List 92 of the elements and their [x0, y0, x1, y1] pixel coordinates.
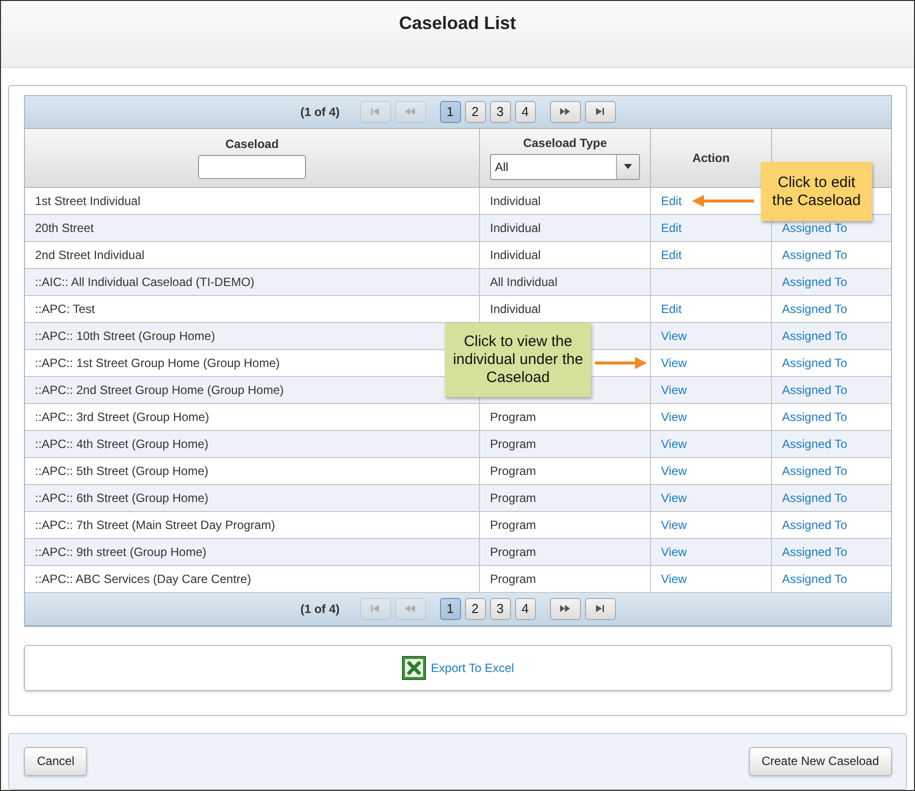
- assigned-to-link[interactable]: Assigned To: [782, 410, 848, 424]
- assigned-to-link[interactable]: Assigned To: [782, 274, 848, 289]
- column-header: Caseload Type: [523, 136, 607, 150]
- table-cell: ::APC:: 9th street (Group Home): [35, 544, 206, 559]
- table-cell: ::APC:: 5th Street (Group Home): [35, 464, 208, 478]
- last-page-button[interactable]: [584, 598, 616, 620]
- action-link[interactable]: View: [661, 436, 687, 451]
- assigned-to-link[interactable]: Assigned To: [782, 328, 848, 343]
- skip-icon: [370, 108, 380, 116]
- assigned-to-link[interactable]: Assigned To: [782, 382, 848, 397]
- action-link[interactable]: View: [661, 410, 687, 424]
- caseload-filter-field[interactable]: [198, 154, 306, 179]
- page-button[interactable]: 3: [490, 100, 511, 123]
- page-summary: (1 of 4): [300, 602, 340, 616]
- table-cell: ::APC:: 10th Street (Group Home): [35, 328, 216, 343]
- table-cell: Program: [490, 436, 536, 451]
- action-link[interactable]: View: [661, 544, 687, 559]
- action-link[interactable]: View: [661, 382, 687, 397]
- assigned-to-link[interactable]: Assigned To: [782, 572, 848, 586]
- double-arrow-icon: [560, 108, 570, 116]
- table-cell: ::APC:: 4th Street (Group Home): [35, 436, 208, 451]
- action-link[interactable]: View: [661, 328, 687, 343]
- action-link[interactable]: View: [661, 464, 687, 478]
- column-header: Caseload: [225, 136, 279, 151]
- assigned-to-link[interactable]: Assigned To: [782, 356, 848, 370]
- assigned-to-link[interactable]: Assigned To: [782, 248, 848, 262]
- page-button[interactable]: 2: [464, 100, 486, 123]
- assigned-to-link[interactable]: Assigned To: [782, 436, 848, 451]
- double-arrow-icon: [405, 605, 416, 612]
- next-page-button[interactable]: [550, 598, 581, 620]
- table-cell: ::APC:: 1st Street Group Home (Group Home): [35, 356, 280, 370]
- caret-icon: [624, 164, 632, 170]
- assigned-to-link[interactable]: Assigned To: [782, 302, 848, 316]
- page-button[interactable]: 1: [440, 100, 461, 123]
- double-arrow-icon: [405, 108, 416, 116]
- skip-icon: [595, 108, 606, 116]
- callout: Click to edit the Caseload: [761, 162, 872, 221]
- arrow-icon: [692, 195, 754, 207]
- page-button[interactable]: 3: [490, 598, 511, 620]
- table-cell: Individual: [490, 302, 541, 316]
- table-cell: Individual: [490, 248, 541, 262]
- page-title: Caseload List: [398, 13, 516, 35]
- cancel-button[interactable]: Cancel: [24, 746, 88, 776]
- table-cell: Program: [490, 544, 536, 559]
- table-cell: Individual: [490, 194, 541, 208]
- create-button[interactable]: Create New Caseload: [748, 746, 892, 776]
- table-cell: 1st Street Individual: [35, 194, 140, 208]
- table-cell: All Individual: [490, 274, 558, 289]
- action-link[interactable]: View: [661, 356, 687, 370]
- type-filter-dropdown[interactable]: All: [490, 154, 640, 180]
- export-link[interactable]: Export To Excel: [430, 660, 514, 675]
- action-link[interactable]: Edit: [661, 194, 682, 208]
- assigned-to-link[interactable]: Assigned To: [782, 490, 848, 505]
- table-cell: Program: [490, 572, 536, 586]
- table-cell: 2nd Street Individual: [35, 248, 144, 262]
- table-cell: 20th Street: [35, 220, 94, 235]
- table-cell: Program: [490, 518, 536, 532]
- action-link[interactable]: View: [661, 572, 687, 586]
- table-cell: ::APC: Test: [35, 302, 95, 316]
- action-link[interactable]: Edit: [661, 302, 682, 316]
- page-summary: (1 of 4): [300, 104, 340, 119]
- action-link[interactable]: Edit: [661, 220, 682, 235]
- assigned-to-link[interactable]: Assigned To: [782, 220, 848, 235]
- table-cell: Program: [490, 410, 536, 424]
- action-link[interactable]: View: [661, 490, 687, 505]
- next-page-button[interactable]: [550, 100, 581, 123]
- page-button[interactable]: 2: [464, 598, 486, 620]
- table-cell: ::AIC:: All Individual Caseload (TI-DEMO): [35, 274, 254, 289]
- table-cell: ::APC:: 6th Street (Group Home): [35, 490, 208, 505]
- table-cell: ::APC:: ABC Services (Day Care Centre): [35, 572, 252, 586]
- assigned-to-link[interactable]: Assigned To: [782, 544, 848, 559]
- table-cell: Individual: [490, 220, 541, 235]
- arrow-icon: [595, 357, 647, 369]
- table-cell: Program: [490, 490, 536, 505]
- skip-icon: [370, 605, 380, 612]
- page-button[interactable]: 4: [514, 100, 536, 123]
- table-cell: ::APC:: 2nd Street Group Home (Group Home): [35, 382, 284, 397]
- table-cell: ::APC:: 7th Street (Main Street Day Program): [35, 518, 276, 532]
- table-cell: Program: [490, 464, 536, 478]
- skip-icon: [595, 605, 606, 612]
- assigned-to-link[interactable]: Assigned To: [782, 518, 848, 532]
- last-page-button[interactable]: [584, 100, 616, 123]
- assigned-to-link[interactable]: Assigned To: [782, 464, 848, 478]
- page-button[interactable]: 1: [440, 598, 461, 620]
- page-button[interactable]: 4: [514, 598, 536, 620]
- callout: Click to view the individual under the Caseload: [445, 323, 591, 397]
- action-link[interactable]: Edit: [661, 248, 682, 262]
- action-link[interactable]: View: [661, 518, 687, 532]
- double-arrow-icon: [560, 605, 570, 612]
- column-header: Action: [692, 150, 730, 165]
- spreadsheet-icon: [402, 656, 426, 680]
- table-cell: ::APC:: 3rd Street (Group Home): [35, 410, 210, 424]
